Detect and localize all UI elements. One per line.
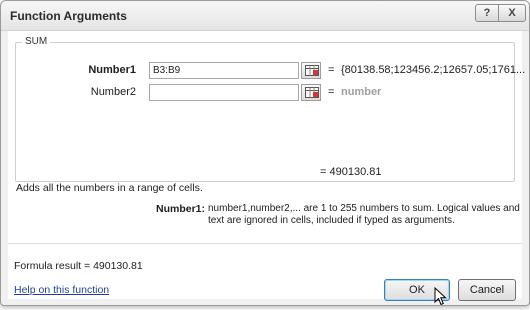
- help-on-function-link[interactable]: Help on this function: [14, 284, 109, 296]
- number1-equals: =: [328, 64, 335, 76]
- number2-label: Number2: [90, 86, 136, 98]
- divider: [8, 243, 522, 244]
- number2-value: number: [341, 86, 382, 98]
- function-arguments-dialog: Function Arguments ? X SUM Number1 = {80…: [0, 0, 530, 306]
- number2-input[interactable]: [149, 84, 299, 101]
- formula-result: Formula result = 490130.81: [14, 260, 143, 272]
- dialog-title: Function Arguments: [10, 9, 127, 23]
- argument-help-text: number1,number2,... are 1 to 255 numbers…: [208, 203, 520, 226]
- function-description: Adds all the numbers in a range of cells…: [16, 182, 203, 194]
- number2-equals: =: [328, 86, 335, 98]
- dialog-body: SUM Number1 = {80138.58;123456.2;12657.0…: [8, 31, 525, 305]
- function-name: SUM: [22, 36, 51, 47]
- number1-value: {80138.58;123456.2;12657.05;1761...: [341, 64, 526, 76]
- range-collapse-icon: [305, 87, 319, 98]
- help-button[interactable]: ?: [475, 4, 499, 22]
- cancel-button[interactable]: Cancel: [458, 279, 516, 301]
- close-button[interactable]: X: [498, 4, 526, 22]
- number1-label: Number1: [88, 64, 136, 76]
- argument-help-label: Number1:: [156, 203, 206, 215]
- number1-input[interactable]: [149, 62, 299, 79]
- function-result: = 490130.81: [320, 166, 382, 178]
- number1-collapse-button[interactable]: [301, 62, 321, 79]
- function-group: SUM Number1 = {80138.58;123456.2;12657.0…: [15, 36, 525, 182]
- title-bar[interactable]: Function Arguments ? X: [1, 1, 529, 31]
- number2-collapse-button[interactable]: [301, 84, 321, 101]
- range-collapse-icon: [305, 65, 319, 76]
- mouse-pointer-icon: [434, 287, 447, 305]
